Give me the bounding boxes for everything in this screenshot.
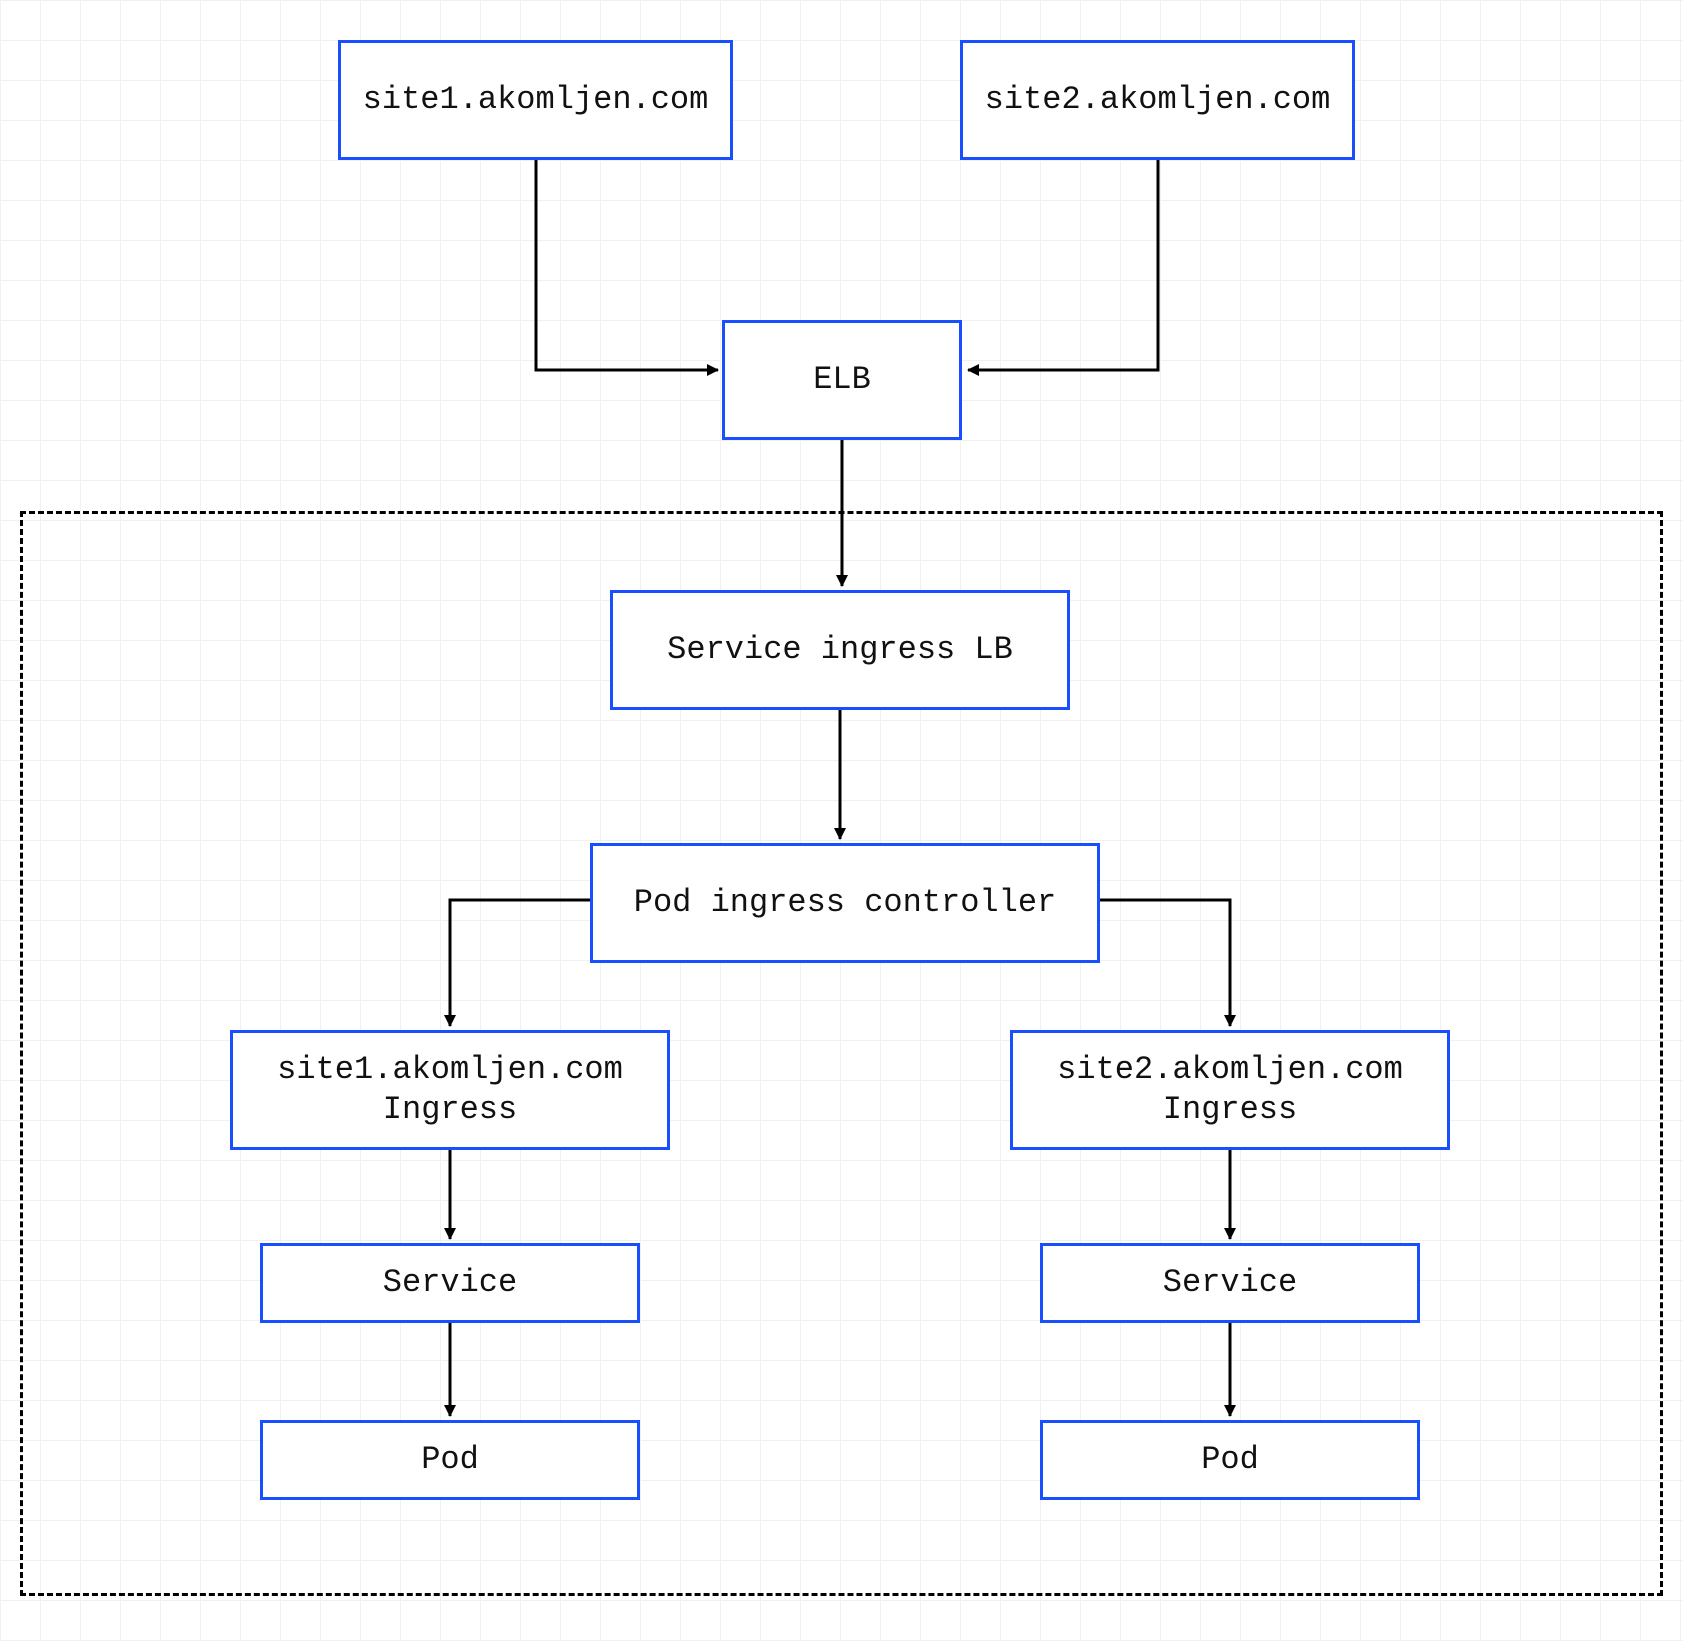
node-pod2: Pod xyxy=(1040,1420,1420,1500)
node-site2-external: site2.akomljen.com xyxy=(960,40,1355,160)
node-pod1: Pod xyxy=(260,1420,640,1500)
node-label: Pod xyxy=(1201,1440,1259,1480)
node-ingress-site2: site2.akomljen.com Ingress xyxy=(1010,1030,1450,1150)
node-service1: Service xyxy=(260,1243,640,1323)
node-label: Service xyxy=(383,1263,517,1303)
node-label: Service xyxy=(1163,1263,1297,1303)
diagram-canvas: site1.akomljen.com site2.akomljen.com EL… xyxy=(0,0,1683,1641)
node-label: site1.akomljen.com Ingress xyxy=(277,1050,623,1130)
node-pod-ingress-controller: Pod ingress controller xyxy=(590,843,1100,963)
node-site1-external: site1.akomljen.com xyxy=(338,40,733,160)
node-label: site2.akomljen.com Ingress xyxy=(1057,1050,1403,1130)
node-service-ingress-lb: Service ingress LB xyxy=(610,590,1070,710)
node-elb: ELB xyxy=(722,320,962,440)
node-label: site2.akomljen.com xyxy=(985,80,1331,120)
node-label: site1.akomljen.com xyxy=(363,80,709,120)
node-service2: Service xyxy=(1040,1243,1420,1323)
node-label: ELB xyxy=(813,360,871,400)
node-label: Pod xyxy=(421,1440,479,1480)
node-ingress-site1: site1.akomljen.com Ingress xyxy=(230,1030,670,1150)
node-label: Service ingress LB xyxy=(667,630,1013,670)
node-label: Pod ingress controller xyxy=(634,883,1056,923)
